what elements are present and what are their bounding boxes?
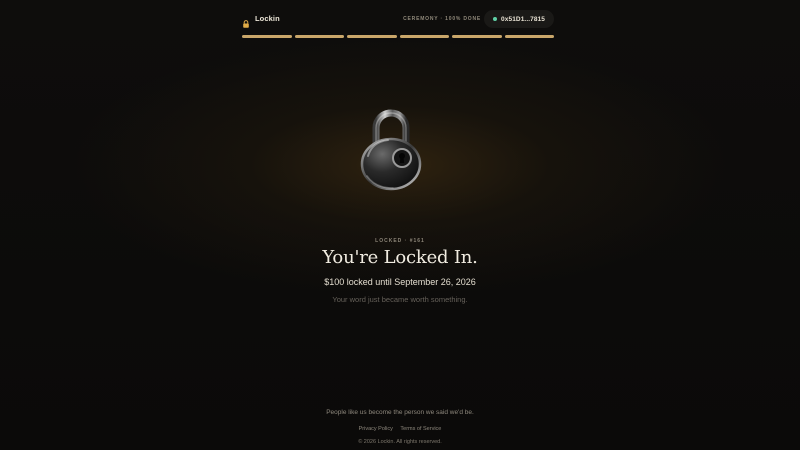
ceremony-status: CEREMONY · 100% DONE (403, 16, 481, 22)
header: Lockin CEREMONY · 100% DONE 0x51D1...781… (242, 10, 554, 30)
copyright: © 2026 Lockin. All rights reserved. (358, 439, 442, 445)
footer-links: Privacy Policy Terms of Service (0, 426, 800, 432)
brand-name: Lockin (255, 14, 280, 23)
brand-logo[interactable]: Lockin (242, 14, 280, 28)
privacy-policy-link[interactable]: Privacy Policy (359, 426, 393, 432)
footer-quote: People like us become the person we said… (326, 409, 474, 416)
progress-segment (452, 35, 502, 38)
lock-summary: $100 locked until September 26, 2026 (324, 277, 476, 287)
page-title: You're Locked In. (322, 247, 478, 268)
progress-segment (347, 35, 397, 38)
wallet-status-dot (493, 17, 498, 21)
progress-segment (242, 35, 292, 38)
padlock-illustration (358, 106, 424, 192)
progress-segment (399, 35, 449, 38)
progress-segment (294, 35, 344, 38)
page: Lockin CEREMONY · 100% DONE 0x51D1...781… (0, 0, 800, 450)
wallet-button[interactable]: 0x51D1...7815 (484, 10, 554, 28)
locked-label: LOCKED · #161 (375, 238, 425, 244)
progress-segment (504, 35, 554, 38)
tagline: Your word just became worth something. (332, 295, 468, 304)
wallet-address: 0x51D1...7815 (501, 15, 545, 23)
terms-of-service-link[interactable]: Terms of Service (400, 426, 441, 432)
ceremony-progress-bar (242, 35, 554, 38)
padlock-icon (242, 15, 250, 28)
